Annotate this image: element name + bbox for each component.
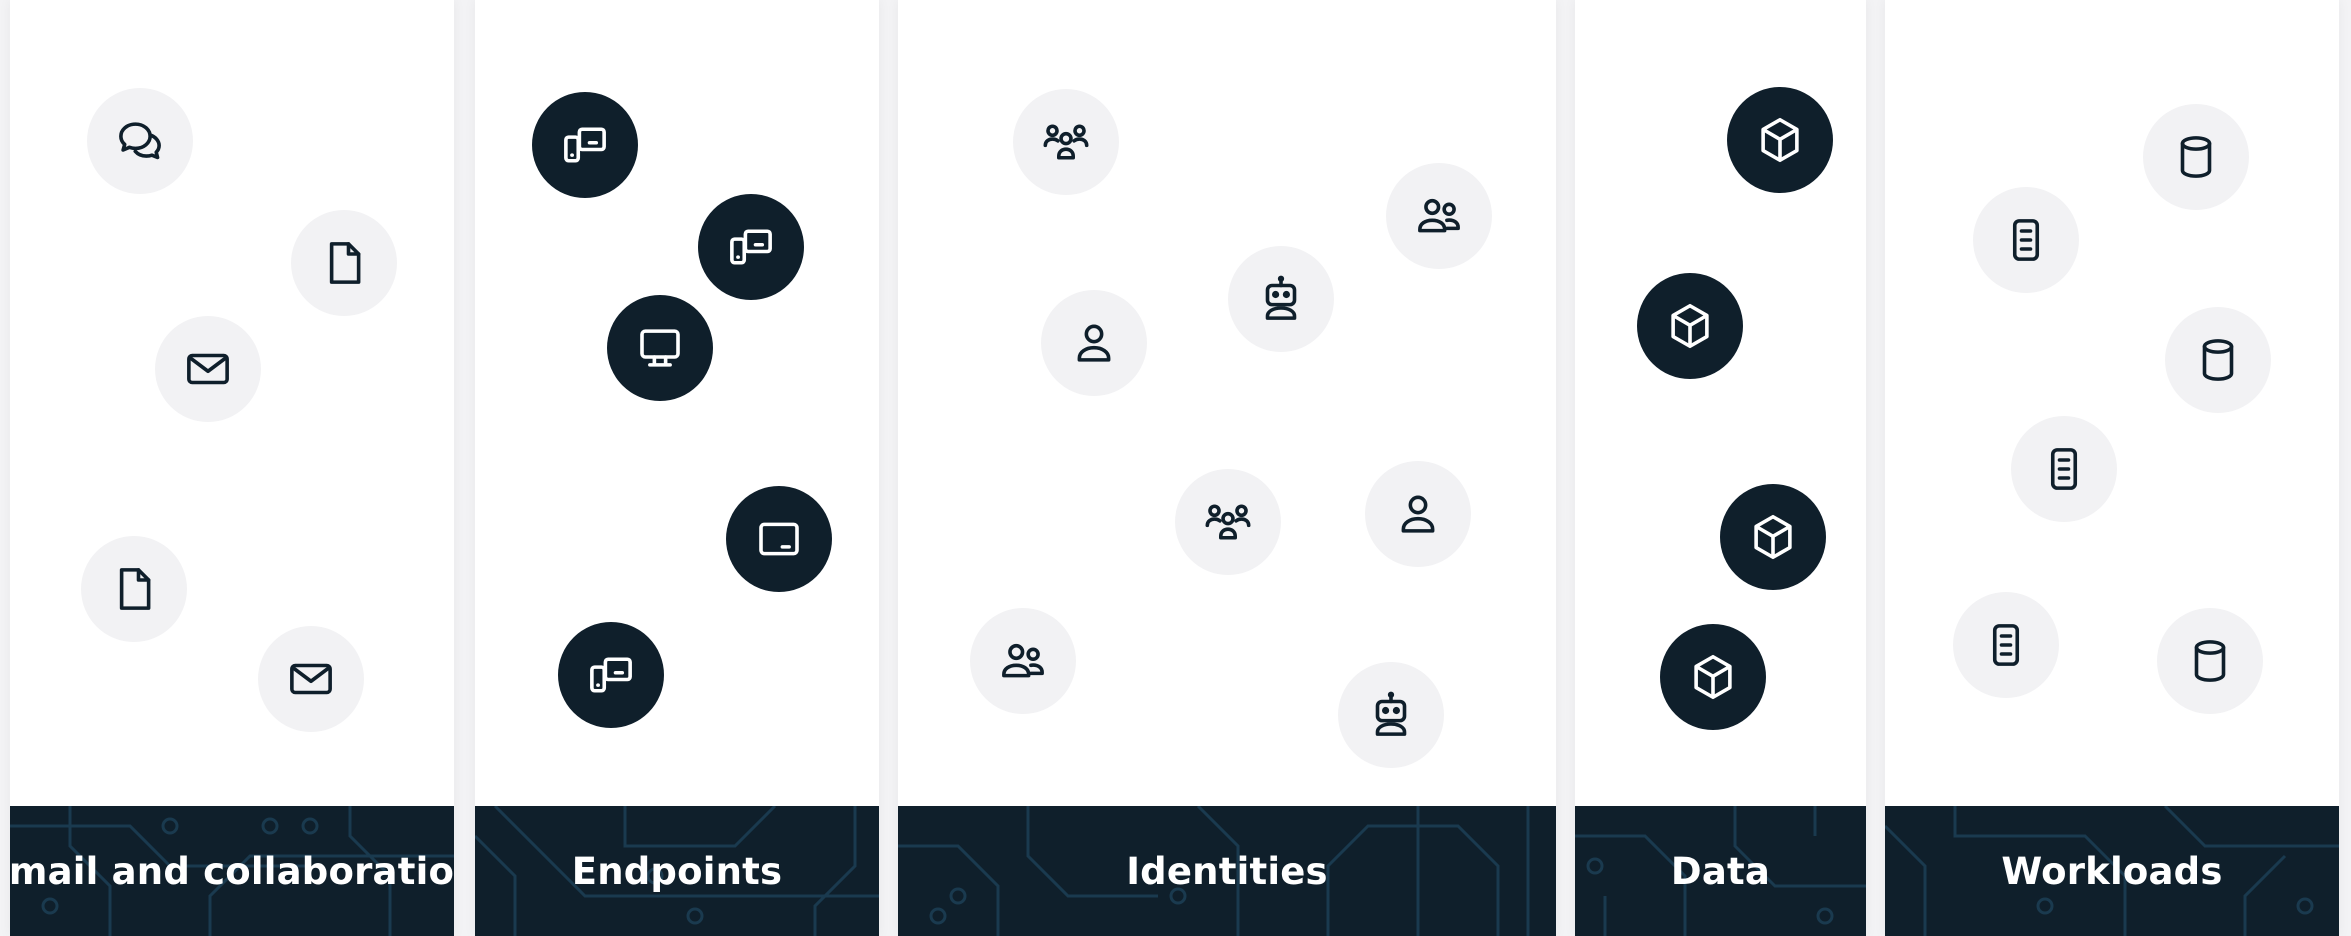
- devices-icon: [532, 92, 638, 198]
- cube-icon: [1720, 484, 1826, 590]
- column-label: Email and collaboration: [10, 849, 454, 893]
- column-footer-workloads: Workloads: [1885, 806, 2339, 936]
- document-icon: [81, 536, 187, 642]
- cube-icon: [1637, 273, 1743, 379]
- user-icon: [1365, 461, 1471, 567]
- group-icon: [1175, 469, 1281, 575]
- column-email: Email and collaboration: [10, 0, 454, 936]
- database-icon: [2143, 104, 2249, 210]
- group-icon: [1013, 89, 1119, 195]
- document-icon: [291, 210, 397, 316]
- people-icon: [970, 608, 1076, 714]
- mail-icon: [155, 316, 261, 422]
- server-icon: [1973, 187, 2079, 293]
- database-icon: [2157, 608, 2263, 714]
- devices-icon: [698, 194, 804, 300]
- robot-icon: [1338, 662, 1444, 768]
- column-label: Workloads: [2001, 849, 2223, 893]
- people-icon: [1386, 163, 1492, 269]
- column-identities: Identities: [898, 0, 1556, 936]
- security-coverage-board: Email and collaboration: [0, 0, 2351, 936]
- column-footer-identities: Identities: [898, 806, 1556, 936]
- monitor-icon: [607, 295, 713, 401]
- cube-icon: [1660, 624, 1766, 730]
- column-data: Data: [1575, 0, 1866, 936]
- devices-icon: [558, 622, 664, 728]
- server-icon: [1953, 592, 2059, 698]
- column-endpoints: Endpoints: [475, 0, 879, 936]
- column-label: Endpoints: [571, 849, 783, 893]
- column-footer-email: Email and collaboration: [10, 806, 454, 936]
- robot-icon: [1228, 246, 1334, 352]
- tablet-icon: [726, 486, 832, 592]
- column-workloads: Workloads: [1885, 0, 2339, 936]
- column-label: Identities: [1126, 849, 1328, 893]
- mail-icon: [258, 626, 364, 732]
- cube-icon: [1727, 87, 1833, 193]
- user-icon: [1041, 290, 1147, 396]
- server-icon: [2011, 416, 2117, 522]
- chat-icon: [87, 88, 193, 194]
- column-label: Data: [1670, 849, 1771, 893]
- database-icon: [2165, 307, 2271, 413]
- column-footer-data: Data: [1575, 806, 1866, 936]
- column-footer-endpoints: Endpoints: [475, 806, 879, 936]
